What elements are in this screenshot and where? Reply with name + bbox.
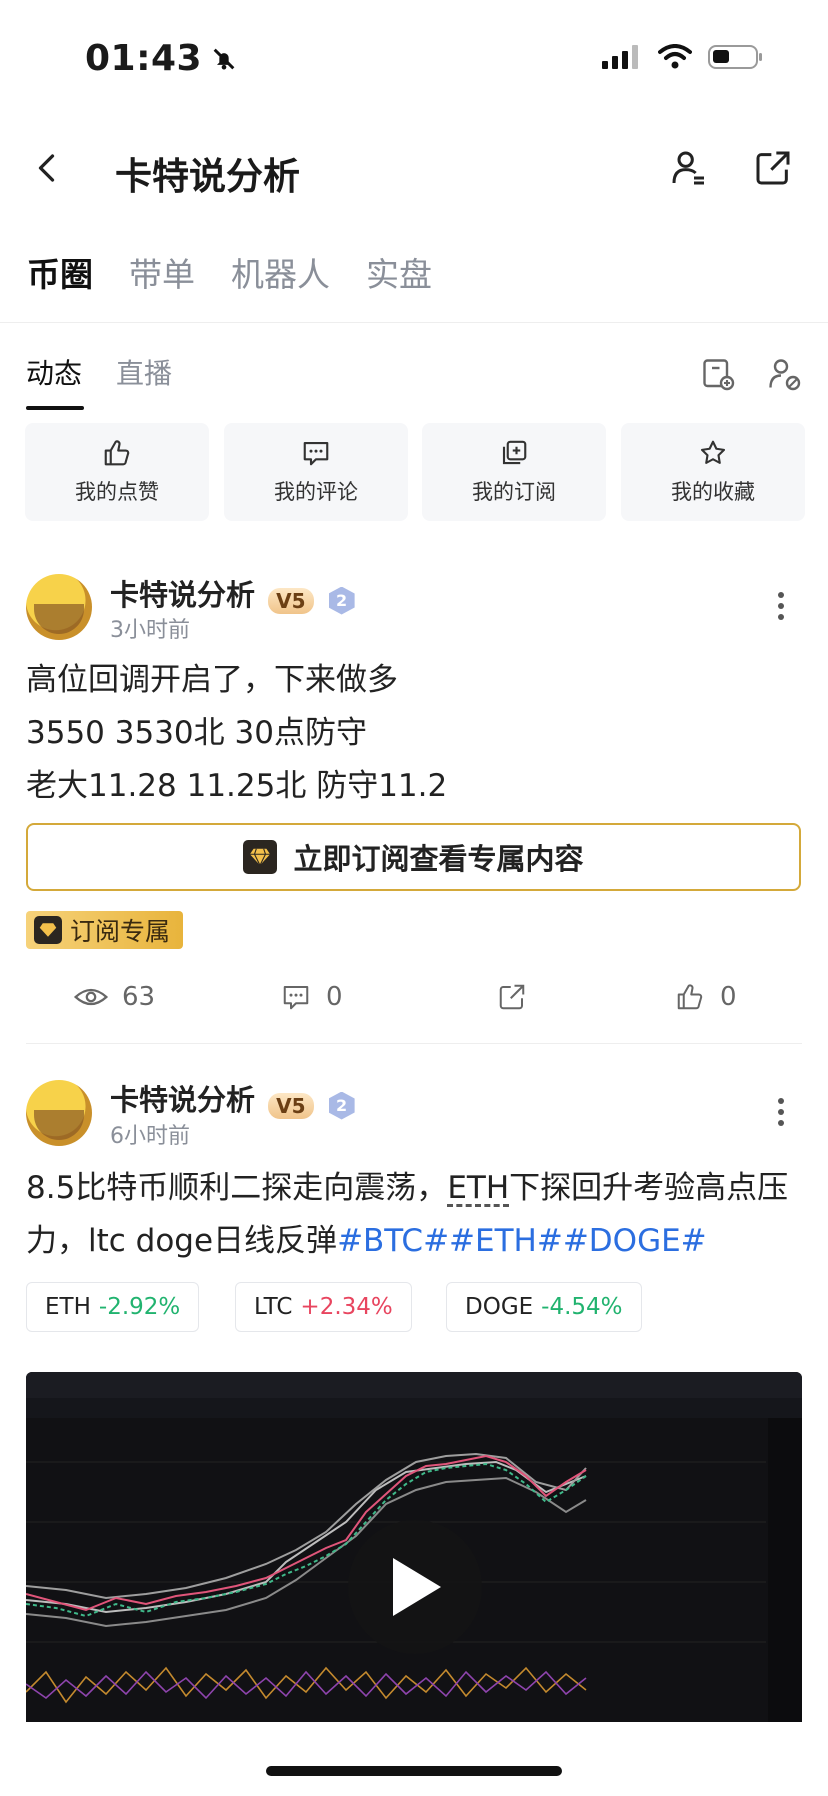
status-time-text: 01:43 <box>85 38 203 79</box>
comments-count: 0 <box>326 982 343 1012</box>
profile-button[interactable] <box>669 148 709 188</box>
avatar[interactable] <box>26 1080 92 1146</box>
home-indicator[interactable] <box>266 1766 562 1776</box>
ticker-change: -2.92% <box>98 1294 181 1320</box>
post-line: 老大11.28 11.25北 防守11.2 <box>26 768 448 804</box>
play-button[interactable] <box>348 1520 482 1654</box>
post-text: 8.5比特币顺利二探走向震荡， <box>26 1170 448 1206</box>
my-comments-button[interactable]: 我的评论 <box>224 423 408 521</box>
status-indicators <box>602 44 762 70</box>
my-subscriptions-button[interactable]: 我的订阅 <box>422 423 606 521</box>
post-line: 3550 3530北 30点防守 <box>26 715 367 751</box>
ticker-symbol: DOGE <box>465 1294 534 1320</box>
ticker-symbol: LTC <box>254 1294 293 1320</box>
comment-icon <box>283 986 309 1010</box>
ticker-change: -4.54% <box>541 1294 623 1320</box>
author-name[interactable]: 卡特说分析 <box>110 1083 255 1117</box>
page-title: 卡特说分析 <box>115 155 300 198</box>
like-button[interactable]: 0 <box>674 982 737 1012</box>
my-subscriptions-label: 我的订阅 <box>472 480 556 504</box>
user-settings-icon[interactable] <box>766 356 802 392</box>
views-count: 63 <box>122 982 156 1012</box>
bell-off-icon <box>213 48 235 69</box>
sub-tabs: 动态 直播 <box>26 352 172 410</box>
exclusive-badge: 订阅专属 <box>26 911 183 949</box>
thumbs-up-icon <box>677 984 703 1010</box>
ticker-pill-ltc[interactable]: LTC +2.34% <box>235 1282 412 1332</box>
tab-live-trading[interactable]: 实盘 <box>366 248 432 296</box>
post-time: 3小时前 <box>110 618 190 643</box>
exclusive-badge-label: 订阅专属 <box>70 917 171 946</box>
back-button[interactable] <box>30 150 66 190</box>
eye-icon <box>74 988 108 1006</box>
chevron-left-icon <box>38 154 55 182</box>
my-favorites-label: 我的收藏 <box>671 480 755 504</box>
post-author-row: 卡特说分析 V5 2 <box>110 1077 355 1120</box>
tab-robot[interactable]: 机器人 <box>231 248 330 296</box>
hashtags[interactable]: #BTC##ETH##DOGE# <box>337 1223 707 1259</box>
tab-copy-trading[interactable]: 带单 <box>129 248 195 296</box>
my-likes-label: 我的点赞 <box>75 480 159 504</box>
my-comments-label: 我的评论 <box>274 480 358 504</box>
tab-feed[interactable]: 动态 <box>26 352 85 410</box>
more-options-button[interactable] <box>778 592 784 620</box>
author-name[interactable]: 卡特说分析 <box>110 578 255 612</box>
tab-live[interactable]: 直播 <box>116 352 172 392</box>
video-thumbnail[interactable] <box>26 1372 802 1722</box>
battery-icon <box>708 45 762 69</box>
signal-icon <box>602 45 638 69</box>
nav-actions <box>669 148 793 188</box>
divider <box>26 1043 802 1044</box>
status-time: 01:43 <box>85 38 238 79</box>
share-button[interactable] <box>753 148 793 188</box>
diamond-icon <box>243 840 278 874</box>
level-badge: 2 <box>328 586 355 615</box>
subscribe-button[interactable]: 立即订阅查看专属内容 <box>26 823 801 891</box>
tab-crypto[interactable]: 币圈 <box>27 248 93 296</box>
share-icon <box>499 984 525 1010</box>
more-options-button[interactable] <box>778 1098 784 1126</box>
my-favorites-button[interactable]: 我的收藏 <box>621 423 805 521</box>
eth-link[interactable]: ETH <box>447 1170 509 1206</box>
play-icon <box>393 1558 441 1616</box>
category-tabs: 币圈 带单 机器人 实盘 <box>27 248 432 296</box>
level-badge: 2 <box>328 1091 355 1120</box>
ticker-symbol: ETH <box>45 1294 91 1320</box>
comment-icon <box>303 441 329 466</box>
divider <box>0 322 828 323</box>
ticker-change: +2.34% <box>300 1294 393 1320</box>
post-body: 8.5比特币顺利二探走向震荡，ETH下探回升考验高点压力，ltc doge日线反… <box>26 1162 806 1268</box>
comment-button[interactable]: 0 <box>280 982 343 1012</box>
thumbs-up-icon <box>104 440 130 466</box>
add-post-icon[interactable] <box>700 356 736 392</box>
my-likes-button[interactable]: 我的点赞 <box>25 423 209 521</box>
post-body: 高位回调开启了，下来做多 3550 3530北 30点防守 老大11.28 11… <box>26 654 447 813</box>
share-post-button[interactable] <box>496 982 528 1012</box>
post-time: 6小时前 <box>110 1124 190 1149</box>
post-author-row: 卡特说分析 V5 2 <box>110 572 355 615</box>
subscribe-icon <box>502 440 527 465</box>
likes-count: 0 <box>720 982 737 1012</box>
diamond-icon <box>34 916 62 944</box>
sub-tab-actions <box>700 356 802 392</box>
ticker-pill-doge[interactable]: DOGE -4.54% <box>446 1282 642 1332</box>
vip-badge: V5 <box>268 587 314 614</box>
wifi-icon <box>658 44 692 69</box>
post-line: 高位回调开启了，下来做多 <box>26 662 398 698</box>
vip-badge: V5 <box>268 1092 314 1119</box>
subscribe-label: 立即订阅查看专属内容 <box>293 842 584 876</box>
avatar[interactable] <box>26 574 92 640</box>
ticker-pill-eth[interactable]: ETH -2.92% <box>26 1282 200 1332</box>
views-stat: 63 <box>74 982 155 1012</box>
star-icon <box>700 440 726 464</box>
